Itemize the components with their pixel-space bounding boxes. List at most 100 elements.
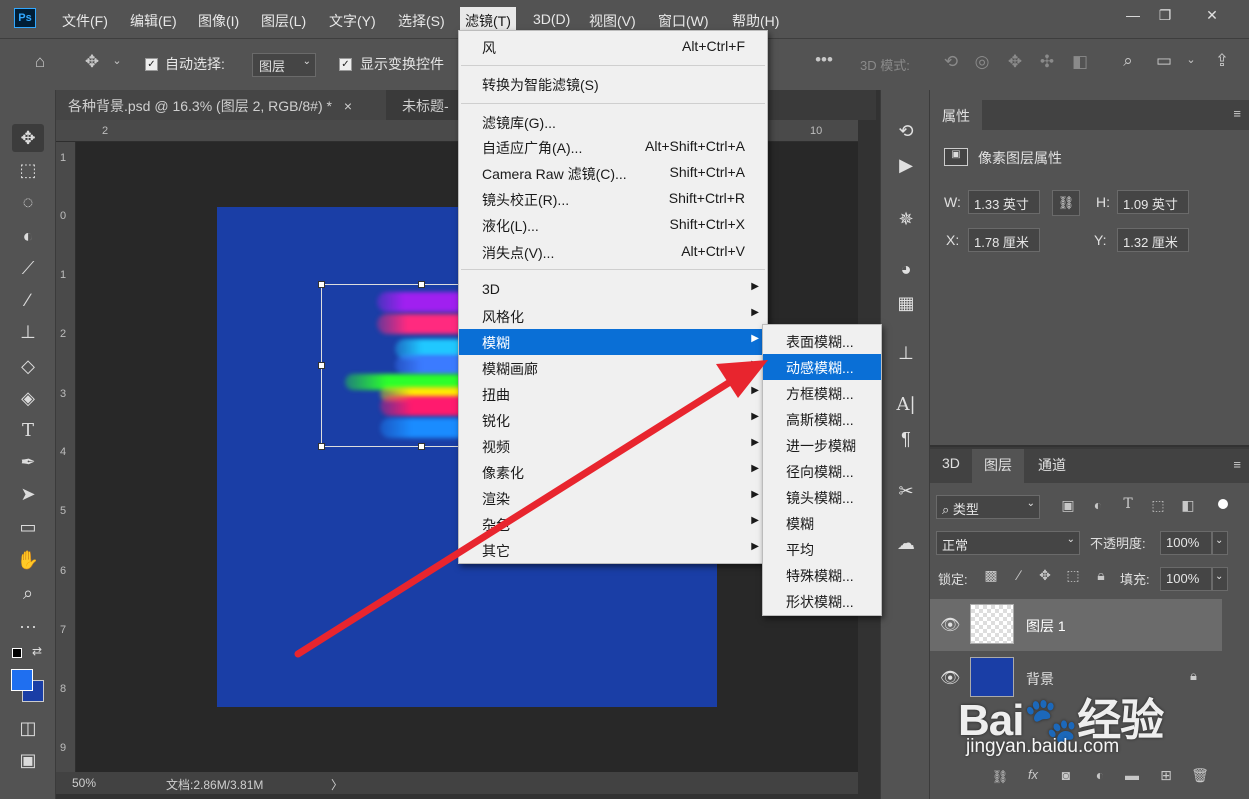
menu-item-blur-simple[interactable]: 模糊 xyxy=(763,510,881,536)
menu-layer[interactable]: 图层(L) xyxy=(257,9,310,33)
menu-item-radial-blur[interactable]: 径向模糊... xyxy=(763,458,881,484)
chevron-down-icon[interactable]: ⌄ xyxy=(1212,567,1228,591)
show-transform-checkbox[interactable]: ✓ xyxy=(339,58,352,71)
menu-item-3d[interactable]: 3D ▶ xyxy=(459,277,767,303)
link-icon[interactable]: ⛓ xyxy=(1052,190,1080,216)
tab-close-icon[interactable]: × xyxy=(344,98,352,114)
layer-filter-dropdown[interactable]: ⌕ 类型 ⌄ xyxy=(936,495,1040,519)
menu-file[interactable]: 文件(F) xyxy=(58,9,112,33)
panel-menu-icon[interactable]: ≡ xyxy=(1233,457,1241,472)
swatches-grid-icon[interactable]: ▦ xyxy=(893,290,919,316)
status-menu-arrow[interactable]: 〉 xyxy=(331,776,343,793)
color-palette-icon[interactable]: ◕ xyxy=(893,256,919,282)
lock-pixels-icon[interactable]: ∕ xyxy=(1010,567,1028,583)
clone-source-icon[interactable]: ⊥ xyxy=(893,340,919,366)
character-panel-icon[interactable]: A| xyxy=(893,392,919,418)
menu-item-distort[interactable]: 扭曲 ▶ xyxy=(459,381,767,407)
3d-panel-icon[interactable]: ✵ xyxy=(893,206,919,232)
menu-item-convert-smart-filter[interactable]: 转换为智能滤镜(S) xyxy=(459,71,767,97)
menu-item-gaussian-blur[interactable]: 高斯模糊... xyxy=(763,406,881,432)
move-tool-icon[interactable]: ✥ xyxy=(12,124,44,152)
menu-item-sharpen[interactable]: 锐化 ▶ xyxy=(459,407,767,433)
menu-item-smart-blur[interactable]: 特殊模糊... xyxy=(763,562,881,588)
menu-edit[interactable]: 编辑(E) xyxy=(126,9,181,33)
lock-transparent-icon[interactable]: ▩ xyxy=(982,567,1000,584)
layer-row[interactable]: 👁︎ 图层 1 xyxy=(930,599,1222,651)
menu-item-adaptive-wide-angle[interactable]: 自适应广角(A)... Alt+Shift+Ctrl+A xyxy=(459,134,767,160)
type-tool-icon[interactable]: T xyxy=(12,417,44,445)
filter-adjustment-icon[interactable]: ◐ xyxy=(1088,497,1108,513)
lock-position-icon[interactable]: ✥ xyxy=(1036,567,1054,584)
tab-properties[interactable]: 属性 xyxy=(930,100,982,130)
default-colors-icon[interactable] xyxy=(12,648,22,658)
menu-item-lens-correction[interactable]: 镜头校正(R)... Shift+Ctrl+R xyxy=(459,186,767,212)
move-tool-icon[interactable]: ✥ xyxy=(80,52,104,72)
eyedropper-tool-icon[interactable]: ⟋ xyxy=(12,254,44,282)
transform-handle[interactable] xyxy=(318,281,325,288)
menu-item-wind[interactable]: 风 Alt+Ctrl+F xyxy=(459,34,767,60)
menu-item-render[interactable]: 渲染 ▶ xyxy=(459,485,767,511)
menu-image[interactable]: 图像(I) xyxy=(194,9,243,33)
filter-type-icon[interactable]: T xyxy=(1118,496,1138,512)
workspace-icon[interactable]: ▭ xyxy=(1152,51,1176,71)
document-tab[interactable]: 各种背景.psd @ 16.3% (图层 2, RGB/8#) * × xyxy=(56,90,386,120)
lasso-tool-icon[interactable]: ◌ xyxy=(12,188,44,216)
actions-play-icon[interactable]: ▶ xyxy=(893,152,919,178)
filter-toggle-icon[interactable] xyxy=(1218,499,1228,509)
search-icon[interactable]: ⌕ xyxy=(1116,51,1140,71)
rectangle-tool-icon[interactable]: ▭ xyxy=(12,513,44,541)
3d-orbit-icon[interactable]: ⟲ xyxy=(940,52,962,72)
tab-layers[interactable]: 图层 xyxy=(972,449,1024,483)
opacity-field[interactable]: 100% xyxy=(1160,531,1212,555)
tool-presets-icon[interactable]: ✂ xyxy=(893,478,919,504)
lock-artboard-icon[interactable]: ⬚ xyxy=(1064,567,1082,584)
menu-type[interactable]: 文字(Y) xyxy=(325,9,380,33)
x-field[interactable]: 1.78 厘米 xyxy=(968,228,1040,252)
panel-menu-icon[interactable]: ≡ xyxy=(1233,106,1241,121)
menu-item-stylize[interactable]: 风格化 ▶ xyxy=(459,303,767,329)
share-icon[interactable]: ⇪ xyxy=(1210,51,1234,71)
auto-select-checkbox[interactable]: ✓ xyxy=(145,58,158,71)
menu-select[interactable]: 选择(S) xyxy=(394,9,449,33)
chevron-down-icon[interactable]: ⌄ xyxy=(110,54,124,67)
zoom-level[interactable]: 50% xyxy=(72,776,96,790)
marquee-tool-icon[interactable]: ⬚ xyxy=(12,156,44,184)
more-options-icon[interactable]: ••• xyxy=(812,50,836,70)
menu-3d[interactable]: 3D(D) xyxy=(529,9,574,29)
menu-item-camera-raw[interactable]: Camera Raw 滤镜(C)... Shift+Ctrl+A xyxy=(459,160,767,186)
eraser-tool-icon[interactable]: ◇ xyxy=(12,352,44,380)
filter-pixel-icon[interactable]: ▣ xyxy=(1058,497,1078,514)
menu-item-shape-blur[interactable]: 形状模糊... xyxy=(763,588,881,614)
3d-camera-icon[interactable]: ◧ xyxy=(1068,52,1092,72)
tab-3d[interactable]: 3D xyxy=(930,449,972,479)
menu-item-filter-gallery[interactable]: 滤镜库(G)... xyxy=(459,109,767,135)
menu-item-blur-gallery[interactable]: 模糊画廊 ▶ xyxy=(459,355,767,381)
menu-item-average[interactable]: 平均 xyxy=(763,536,881,562)
blend-mode-dropdown[interactable]: 正常 ⌄ xyxy=(936,531,1080,555)
menu-item-motion-blur[interactable]: 动感模糊... xyxy=(763,354,881,380)
menu-item-liquify[interactable]: 液化(L)... Shift+Ctrl+X xyxy=(459,212,767,238)
paragraph-panel-icon[interactable]: ¶ xyxy=(893,426,919,452)
fill-field[interactable]: 100% xyxy=(1160,567,1212,591)
menu-item-noise[interactable]: 杂色 ▶ xyxy=(459,511,767,537)
menu-item-blur[interactable]: 模糊 ▶ xyxy=(459,329,767,355)
close-icon[interactable]: ✕ xyxy=(1198,4,1226,26)
menu-item-lens-blur[interactable]: 镜头模糊... xyxy=(763,484,881,510)
foreground-color-swatch[interactable] xyxy=(11,669,33,691)
transform-handle[interactable] xyxy=(318,362,325,369)
screen-mode-icon[interactable]: ▣ xyxy=(12,746,44,774)
quick-mask-icon[interactable]: ◫ xyxy=(12,714,44,742)
restore-icon[interactable]: ❐ xyxy=(1151,4,1179,26)
minimize-icon[interactable]: — xyxy=(1119,4,1147,26)
height-field[interactable]: 1.09 英寸 xyxy=(1117,190,1189,214)
width-field[interactable]: 1.33 英寸 xyxy=(968,190,1040,214)
libraries-icon[interactable]: ☁ xyxy=(893,530,919,556)
stamp-tool-icon[interactable]: ⊥ xyxy=(12,318,44,346)
tab-channels[interactable]: 通道 xyxy=(1026,449,1078,479)
history-icon[interactable]: ⟲ xyxy=(893,118,919,144)
swap-colors-icon[interactable]: ⇄ xyxy=(32,644,42,658)
chevron-down-icon[interactable]: ⌄ xyxy=(1184,53,1198,66)
menu-item-other[interactable]: 其它 ▶ xyxy=(459,537,767,563)
more-tools-icon[interactable]: ··· xyxy=(12,612,44,640)
visibility-eye-icon[interactable]: 👁︎ xyxy=(940,615,960,635)
